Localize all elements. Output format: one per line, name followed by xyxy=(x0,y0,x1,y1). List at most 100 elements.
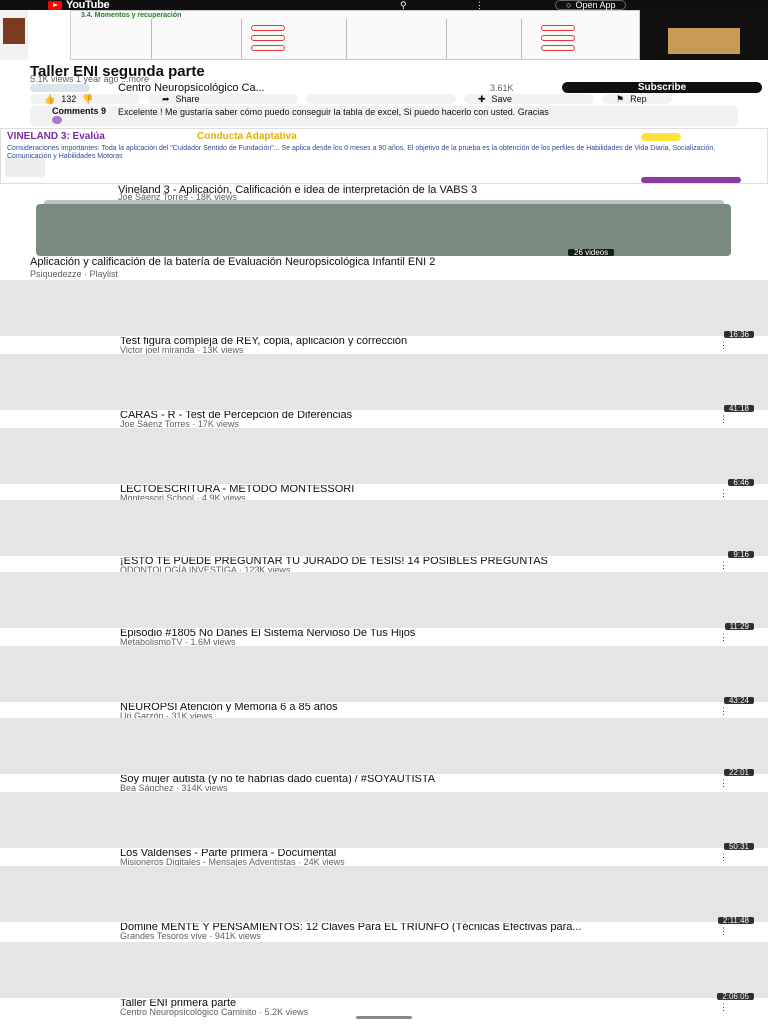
open-app-label: Open App xyxy=(575,0,616,10)
report-label: Rep xyxy=(630,94,647,104)
more-vert-icon[interactable]: ⋮ xyxy=(719,488,728,498)
video-thumbnail[interactable] xyxy=(0,428,768,484)
channel-name[interactable]: Centro Neuropsicológico Ca... xyxy=(118,82,265,94)
video-thumbnail[interactable] xyxy=(0,572,768,628)
more-vert-icon[interactable]: ⋮ xyxy=(719,852,728,862)
player-doc-heading: 3.4. Momentos y recuperación xyxy=(81,12,182,19)
ad-cta-pill[interactable] xyxy=(641,177,741,183)
video-thumbnail[interactable] xyxy=(0,792,768,848)
share-button[interactable]: ➦ Share xyxy=(148,94,298,104)
video-list-item[interactable]: 11:29 Episodio #1805 No Dañes El Sistema … xyxy=(0,572,768,647)
video-list-item[interactable]: 41:18 CARAS - R - Test de Percepción de D… xyxy=(0,354,768,429)
doc-divider xyxy=(521,19,522,59)
action-bar: 👍 132 👎 ➦ Share ✚ Save ⚑ Rep xyxy=(30,94,768,104)
more-vert-icon[interactable]: ⋮ xyxy=(719,340,728,350)
remix-button[interactable] xyxy=(306,94,456,104)
video-duration: 11:29 xyxy=(724,623,754,631)
player-thumbnail-art xyxy=(668,28,740,54)
like-button[interactable]: 👍 132 👎 xyxy=(30,94,140,104)
player-side-panel xyxy=(0,10,28,60)
top-bar: YouTube ⚲ ⋮ ○ Open App xyxy=(0,0,768,11)
more-vert-icon[interactable]: ⋮ xyxy=(719,632,728,642)
video-thumbnail[interactable] xyxy=(0,280,768,336)
playlist-thumbnail[interactable] xyxy=(36,204,731,256)
top-comment: Excelente ! Me gustaría saber cómo puedo… xyxy=(118,107,549,117)
channel-avatar[interactable] xyxy=(30,84,90,92)
more-vert-icon[interactable]: ⋮ xyxy=(719,926,728,936)
player-thumbnail-chip xyxy=(3,18,25,44)
video-list-item[interactable]: 22:01 Soy mujer autista (y no te habrías … xyxy=(0,718,768,793)
video-meta: Victor joel miranda · 13K views xyxy=(120,345,244,355)
share-label: Share xyxy=(175,94,200,104)
video-player[interactable]: 3.4. Momentos y recuperación xyxy=(0,10,768,60)
video-list-item[interactable]: 43:24 NEUROPSI Atención y Memoria 6 a 85 … xyxy=(0,646,768,721)
like-count: 132 xyxy=(61,94,77,104)
flag-icon: ⚑ xyxy=(616,94,625,104)
ad-badge xyxy=(641,133,681,141)
comments-panel[interactable]: Comments 9 Excelente ! Me gustaría saber… xyxy=(30,106,738,126)
video-duration: 2:06:05 xyxy=(717,993,754,1001)
video-list-item[interactable]: 2:06:05 Taller ENI primera parte Centro Ne… xyxy=(0,942,768,1017)
youtube-play-icon xyxy=(48,0,62,10)
more-vert-icon[interactable]: ⋮ xyxy=(475,0,484,10)
app-name: YouTube xyxy=(66,0,110,11)
ad-heading: VINELAND 3: Evalúa xyxy=(7,131,105,142)
video-meta: Centro Neuropsicológico Caminito · 5.2K … xyxy=(120,1007,309,1017)
report-button[interactable]: ⚑ Rep xyxy=(602,94,672,104)
more-vert-icon[interactable]: ⋮ xyxy=(719,778,728,788)
doc-highlight xyxy=(251,25,285,31)
video-thumbnail[interactable] xyxy=(0,718,768,774)
more-vert-icon[interactable]: ⋮ xyxy=(719,560,728,570)
playlist-meta: Psiquedezze · Playlist xyxy=(30,269,119,279)
video-thumbnail[interactable] xyxy=(0,354,768,410)
save-label: Save xyxy=(491,94,513,104)
more-vert-icon[interactable]: ⋮ xyxy=(719,414,728,424)
doc-highlight xyxy=(251,45,285,51)
doc-divider xyxy=(446,19,447,59)
video-duration: 2:11:48 xyxy=(717,917,754,925)
app-icon: ○ xyxy=(566,0,572,10)
open-app-button[interactable]: ○ Open App xyxy=(555,0,627,10)
doc-divider xyxy=(346,19,347,59)
thumbs-down-icon: 👎 xyxy=(82,94,94,104)
subscribe-button[interactable]: Subscribe xyxy=(562,82,762,93)
comments-label: Comments 9 xyxy=(52,106,107,116)
video-thumbnail[interactable] xyxy=(0,646,768,702)
video-meta: Joe Sáenz Torres · 17K views xyxy=(120,419,239,429)
video-duration: 22:01 xyxy=(723,769,754,777)
promoted-ad-card[interactable]: VINELAND 3: Evalúa Conducta Adaptativa C… xyxy=(0,128,768,184)
video-meta: MetabolismoTV · 1.6M views xyxy=(120,637,236,647)
video-meta: Grandes Tesoros vive · 941K views xyxy=(120,931,261,941)
search-icon[interactable]: ⚲ xyxy=(400,0,407,10)
video-thumbnail[interactable] xyxy=(0,500,768,556)
doc-highlight xyxy=(251,35,285,41)
more-vert-icon[interactable]: ⋮ xyxy=(719,706,728,716)
video-duration: 9:16 xyxy=(728,551,754,559)
commenter-avatar xyxy=(52,116,62,124)
video-duration: 16:36 xyxy=(723,331,754,339)
video-meta: Bea Sánchez · 314K views xyxy=(120,783,228,793)
video-list-item[interactable]: 9:16 ¡ESTO TE PUEDE PREGUNTAR TU JURADO D… xyxy=(0,500,768,575)
bottom-handle xyxy=(356,1016,412,1019)
share-icon: ➦ xyxy=(162,94,170,104)
doc-highlight xyxy=(541,35,575,41)
youtube-logo[interactable]: YouTube xyxy=(48,0,110,11)
video-thumbnail[interactable] xyxy=(0,942,768,998)
video-list-item[interactable]: 16:36 Test figura compleja de REY, copia,… xyxy=(0,280,768,355)
more-vert-icon[interactable]: ⋮ xyxy=(719,1002,728,1012)
subscriber-count: 3.61K xyxy=(490,83,514,93)
save-button[interactable]: ✚ Save xyxy=(464,94,594,104)
playlist-video-count: 26 videos xyxy=(568,249,615,257)
doc-highlight xyxy=(541,45,575,51)
video-thumbnail[interactable] xyxy=(0,866,768,922)
video-duration: 6:46 xyxy=(728,479,754,487)
video-list-item[interactable]: 50:31 Los Valdenses - Parte primera - Doc… xyxy=(0,792,768,867)
video-duration: 41:18 xyxy=(723,405,754,413)
save-icon: ✚ xyxy=(478,94,486,104)
video-list-item[interactable]: 6:46 LECTOESCRITURA - MÉTODO MONTESSORI Mo… xyxy=(0,428,768,503)
player-document-frame: 3.4. Momentos y recuperación xyxy=(70,10,640,60)
doc-divider xyxy=(241,19,242,59)
doc-highlight xyxy=(541,25,575,31)
video-list-item[interactable]: 2:11:48 Domine MENTE Y PENSAMIENTOS: 12 C… xyxy=(0,866,768,941)
playlist-title[interactable]: Aplicación y calificación de la batería … xyxy=(30,257,670,268)
